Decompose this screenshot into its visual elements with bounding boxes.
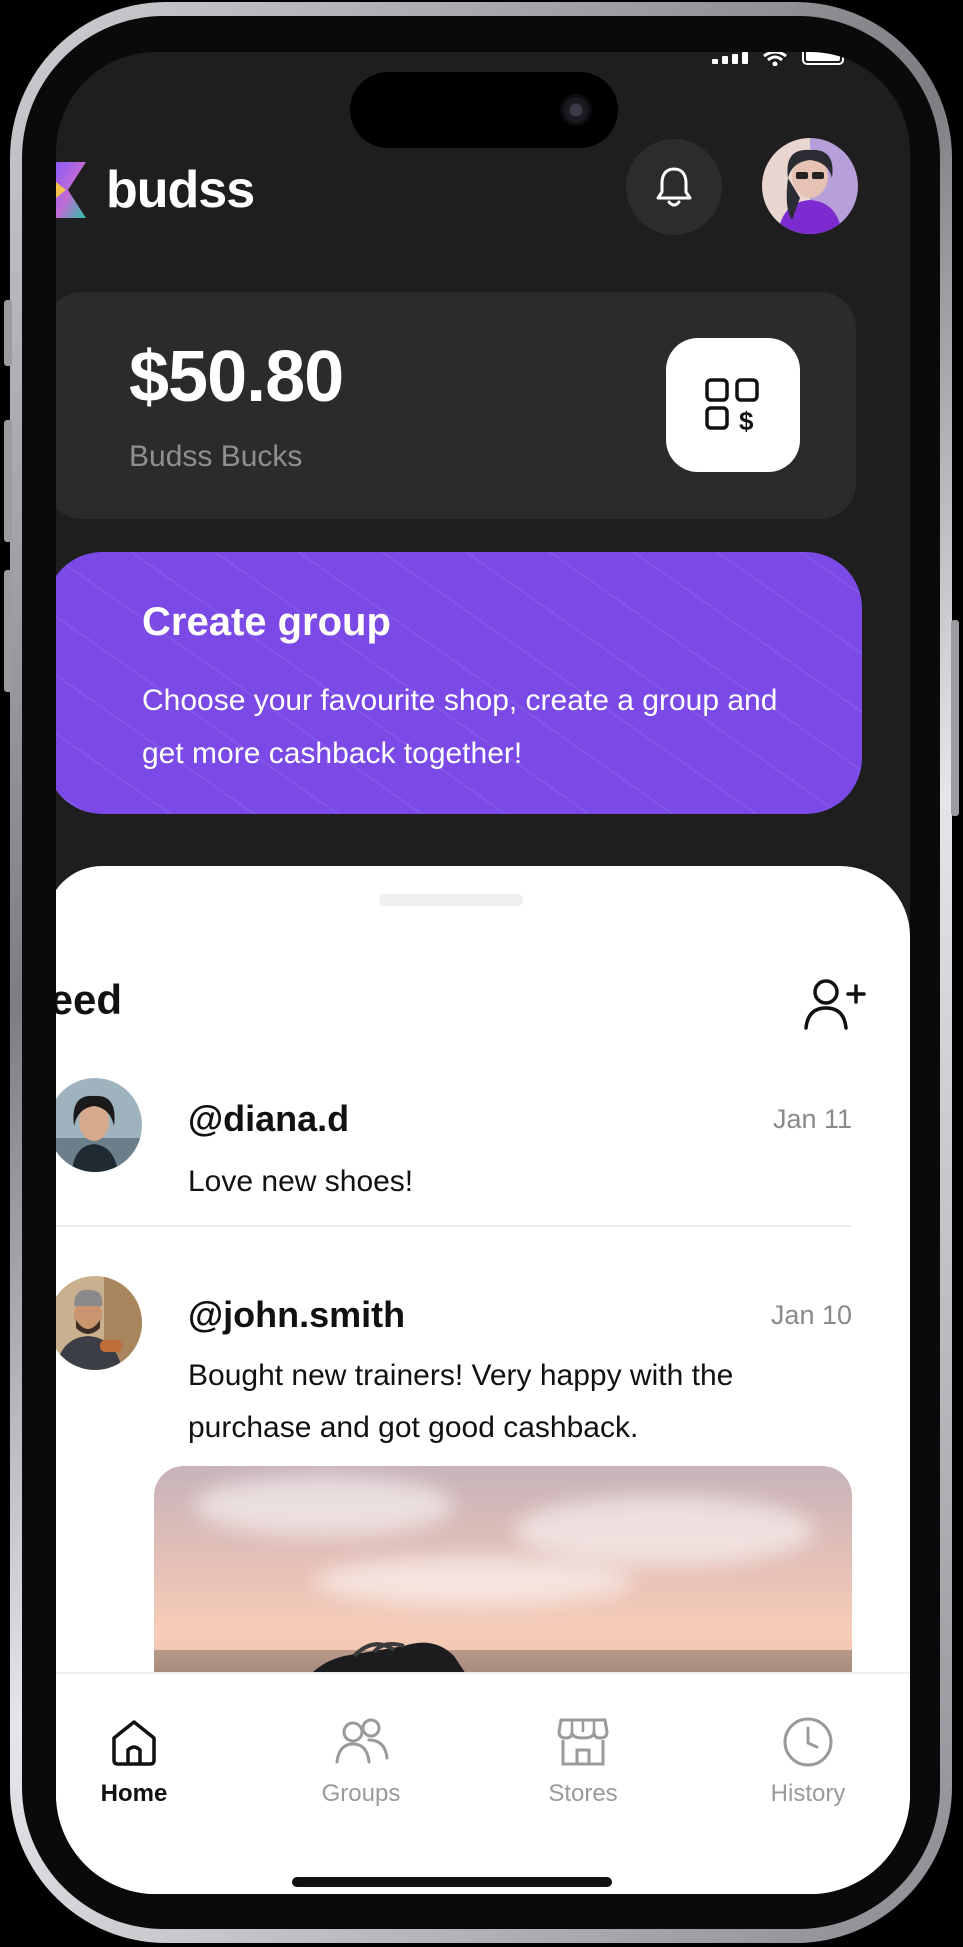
home-indicator[interactable] <box>292 1877 612 1887</box>
diana-avatar <box>56 1078 142 1172</box>
post-text: Bought new trainers! Very happy with the… <box>188 1359 734 1444</box>
logo-mark-icon <box>56 162 86 218</box>
post-avatar[interactable] <box>56 1276 142 1370</box>
tab-groups[interactable]: Groups <box>281 1714 441 1808</box>
svg-text:$: $ <box>739 406 754 434</box>
bottom-tab-bar: Home Groups Stores History <box>56 1672 910 1894</box>
sky-cloud <box>514 1496 814 1566</box>
post-text: Love new shoes! <box>188 1165 414 1198</box>
tab-history[interactable]: History <box>728 1714 888 1808</box>
user-avatar <box>778 149 842 234</box>
groups-icon <box>335 1718 389 1764</box>
balance-amount: $50.80 <box>129 337 344 417</box>
qr-cash-icon: $ <box>705 378 759 434</box>
sheet-handle[interactable] <box>379 894 523 906</box>
camera-lens <box>560 94 592 126</box>
action-button <box>4 300 12 366</box>
tab-home[interactable]: Home <box>56 1714 214 1808</box>
bell-icon <box>656 167 692 207</box>
status-bar <box>712 52 848 66</box>
feed-title: Feed <box>56 976 123 1023</box>
balance-card: $50.80 Budss Bucks $ <box>56 292 856 519</box>
dynamic-island <box>350 72 618 148</box>
app-name: budss <box>106 161 255 219</box>
power-button <box>951 620 959 816</box>
post-username[interactable]: @john.smith <box>188 1294 405 1336</box>
battery-icon <box>802 52 844 65</box>
sky-cloud <box>194 1476 454 1536</box>
post-divider <box>56 1225 852 1227</box>
add-user-icon[interactable] <box>804 978 868 1030</box>
post-date: Jan 10 <box>770 1300 852 1330</box>
create-group-card[interactable]: Create group Choose your favourite shop,… <box>56 552 862 814</box>
john-avatar <box>56 1276 142 1370</box>
home-icon <box>112 1720 156 1766</box>
app-logo: budss <box>56 160 255 220</box>
signal-icon <box>712 52 748 64</box>
volume-down-button <box>4 570 12 692</box>
notifications-button[interactable] <box>626 139 722 235</box>
volume-up-button <box>4 420 12 542</box>
tab-stores[interactable]: Stores <box>503 1714 663 1808</box>
tab-label: History <box>770 1780 846 1807</box>
post-date: Jan 11 <box>772 1104 852 1134</box>
tab-label: Home <box>100 1780 168 1807</box>
post-avatar[interactable] <box>56 1078 142 1172</box>
balance-label: Budss Bucks <box>129 440 303 473</box>
create-group-description: Choose your favourite shop, create a gro… <box>142 684 778 770</box>
clock-icon <box>783 1717 833 1767</box>
store-icon <box>557 1718 609 1766</box>
qr-cash-button[interactable]: $ <box>666 338 800 472</box>
post-username[interactable]: @diana.d <box>188 1098 349 1140</box>
create-group-title: Create group <box>142 600 391 644</box>
post-image[interactable] <box>154 1466 852 1706</box>
screen: budss $50.80 Budss Bucks $ Create group … <box>56 52 910 1894</box>
tab-label: Stores <box>548 1780 618 1807</box>
wifi-icon <box>763 52 787 66</box>
sky-cloud <box>314 1556 634 1606</box>
profile-avatar[interactable] <box>762 138 858 234</box>
tab-label: Groups <box>321 1780 401 1807</box>
